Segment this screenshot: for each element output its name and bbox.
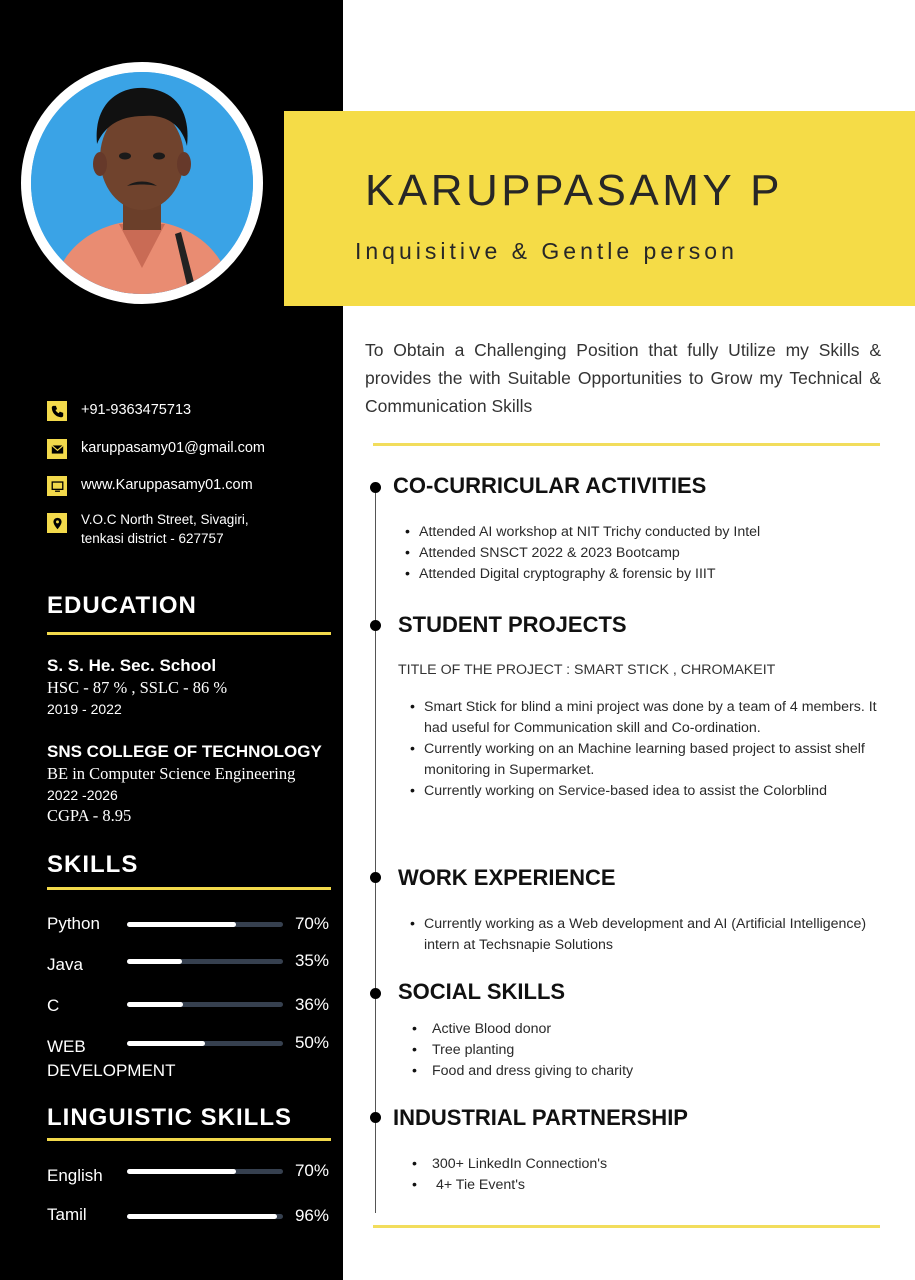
address-line-2: tenkasi district - 627757 <box>81 531 224 546</box>
work-experience-heading: WORK EXPERIENCE <box>398 865 616 890</box>
list-item: 4+ Tie Event's <box>412 1175 882 1196</box>
phone-text: +91-9363475713 <box>81 402 192 418</box>
projects-list: Smart Stick for blind a mini project was… <box>410 697 885 802</box>
timeline-dot <box>370 620 381 631</box>
school-name: S. S. He. Sec. School <box>47 656 217 675</box>
skill-bar <box>127 922 283 927</box>
skill-bar <box>127 1002 283 1007</box>
top-divider <box>373 443 880 446</box>
skills-divider <box>47 887 331 890</box>
industrial-list: 300+ LinkedIn Connection's 4+ Tie Event'… <box>412 1154 882 1196</box>
timeline-line <box>375 487 376 1213</box>
profile-photo-frame <box>21 62 263 304</box>
education-divider <box>47 632 331 635</box>
cocurricular-list: Attended AI workshop at NIT Trichy condu… <box>405 522 875 585</box>
skill-bar-fill <box>127 922 237 927</box>
list-item: Smart Stick for blind a mini project was… <box>410 697 885 739</box>
address-line-1: V.O.C North Street, Sivagiri, <box>81 512 249 527</box>
list-item: Attended SNSCT 2022 & 2023 Bootcamp <box>405 543 875 564</box>
list-item: Attended AI workshop at NIT Trichy condu… <box>405 522 875 543</box>
language-bar-fill <box>127 1214 277 1219</box>
project-title: TITLE OF THE PROJECT : SMART STICK , CHR… <box>398 662 776 678</box>
list-item: Currently working on an Machine learning… <box>410 739 885 781</box>
skills-heading: SKILLS <box>47 851 139 878</box>
list-item: Active Blood donor <box>412 1019 882 1040</box>
list-item: Currently working as a Web development a… <box>410 914 905 956</box>
career-objective: To Obtain a Challenging Position that fu… <box>365 340 881 416</box>
contact-website: www.Karuppasamy01.com <box>47 476 253 496</box>
profile-photo <box>31 72 253 294</box>
student-projects-heading: STUDENT PROJECTS <box>398 612 627 637</box>
skill-bar-fill <box>127 1002 184 1007</box>
industrial-partnership-heading: INDUSTRIAL PARTNERSHIP <box>393 1105 688 1130</box>
education-entry: SNS COLLEGE OF TECHNOLOGY BE in Computer… <box>47 741 322 827</box>
timeline-dot <box>370 482 381 493</box>
timeline-dot <box>370 1112 381 1123</box>
cocurricular-heading: CO-CURRICULAR ACTIVITIES <box>393 473 707 498</box>
list-item: Attended Digital cryptography & forensic… <box>405 564 875 585</box>
skill-bar <box>127 959 283 964</box>
school-name: SNS COLLEGE OF TECHNOLOGY <box>47 742 322 761</box>
timeline-dot <box>370 872 381 883</box>
list-item: Food and dress giving to charity <box>412 1061 882 1082</box>
education-years: 2019 - 2022 <box>47 701 122 717</box>
website-text: www.Karuppasamy01.com <box>81 477 253 493</box>
skill-name: Java <box>47 955 83 974</box>
language-bar <box>127 1214 283 1219</box>
social-skills-heading: SOCIAL SKILLS <box>398 979 566 1004</box>
education-years: 2022 -2026 <box>47 787 118 803</box>
phone-icon <box>47 401 67 421</box>
monitor-icon <box>47 476 67 496</box>
contact-address: V.O.C North Street, Sivagiri, tenkasi di… <box>47 510 249 548</box>
language-percent: 70% <box>294 1161 329 1180</box>
skill-bar-fill <box>127 1041 205 1046</box>
education-detail: HSC - 87 % , SSLC - 86 % <box>47 678 228 697</box>
education-detail: BE in Computer Science Engineering <box>47 764 296 783</box>
language-name: English <box>47 1166 103 1185</box>
education-cgpa: CGPA - 8.95 <box>47 806 132 825</box>
linguistic-skills-heading: LINGUISTIC SKILLS <box>47 1104 292 1131</box>
social-list: Active Blood donor Tree planting Food an… <box>412 1019 882 1082</box>
language-bar-fill <box>127 1169 237 1174</box>
language-bar <box>127 1169 283 1174</box>
list-item: Tree planting <box>412 1040 882 1061</box>
envelope-icon <box>47 439 67 459</box>
skill-percent: 36% <box>294 995 329 1014</box>
list-item: Currently working on Service-based idea … <box>410 781 885 802</box>
contact-email: karuppasamy01@gmail.com <box>47 439 265 459</box>
candidate-tagline: Inquisitive & Gentle person <box>355 238 738 264</box>
education-entry: S. S. He. Sec. School HSC - 87 % , SSLC … <box>47 655 227 719</box>
location-pin-icon <box>47 513 67 533</box>
timeline-dot <box>370 988 381 999</box>
list-item: 300+ LinkedIn Connection's <box>412 1154 882 1175</box>
skill-percent: 50% <box>294 1033 329 1052</box>
candidate-name: KARUPPASAMY P <box>365 166 783 215</box>
skill-bar-fill <box>127 959 182 964</box>
email-text: karuppasamy01@gmail.com <box>81 440 265 456</box>
bottom-divider <box>373 1225 880 1228</box>
name-banner: KARUPPASAMY P Inquisitive & Gentle perso… <box>284 111 915 306</box>
work-list: Currently working as a Web development a… <box>410 914 905 956</box>
language-percent: 96% <box>294 1206 329 1225</box>
skill-percent: 35% <box>294 951 329 970</box>
linguistic-skills-divider <box>47 1138 331 1141</box>
skill-percent: 70% <box>294 914 329 933</box>
skill-bar <box>127 1041 283 1046</box>
contact-phone: +91-9363475713 <box>47 401 191 421</box>
education-heading: EDUCATION <box>47 592 197 619</box>
